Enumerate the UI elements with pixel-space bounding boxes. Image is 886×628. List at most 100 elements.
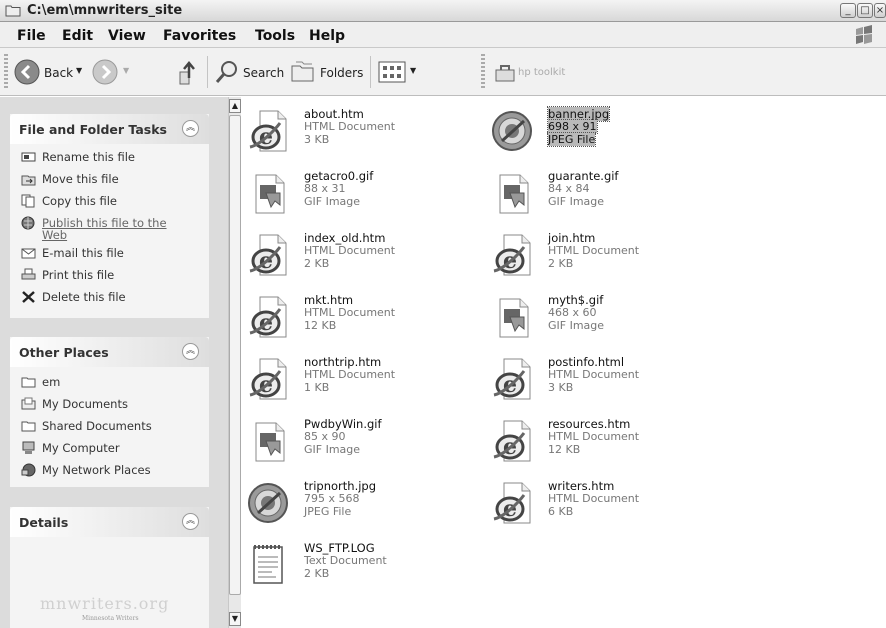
print-icon	[21, 268, 36, 280]
folders-label: Folders	[320, 66, 364, 80]
file-name: join.htm	[548, 231, 596, 245]
file-name: index_old.htm	[304, 231, 386, 245]
folder-icon	[21, 421, 36, 432]
file-item[interactable]: WS_FTP.LOG Text Document 2 KB	[246, 541, 476, 599]
menu-edit[interactable]: Edit	[62, 28, 93, 44]
file-name: mkt.htm	[304, 293, 354, 307]
file-detail-line2: JPEG File	[304, 505, 352, 518]
minimize-button[interactable]: _	[840, 3, 856, 18]
file-detail-line2: GIF Image	[548, 195, 605, 208]
window-title: C:\em\mnwriters_site	[27, 3, 183, 18]
file-detail-line1: HTML Document	[304, 244, 396, 257]
gif-image-icon	[490, 169, 538, 217]
panel-header[interactable]: Details ︽	[10, 507, 209, 537]
file-detail-line1: 88 x 31	[304, 182, 346, 195]
hp-toolkit-label: hp toolkit	[518, 67, 566, 78]
menu-view[interactable]: View	[108, 28, 146, 44]
file-detail-line2: 3 KB	[304, 133, 330, 146]
file-detail-line1: HTML Document	[548, 492, 640, 505]
folder-icon	[21, 377, 36, 388]
scroll-thumb[interactable]	[229, 115, 241, 595]
file-item[interactable]: e northtrip.htm HTML Document 1 KB	[246, 355, 476, 413]
file-detail-line1: HTML Document	[304, 120, 396, 133]
file-detail-line1: 698 x 91	[547, 119, 598, 134]
scroll-down-icon[interactable]: ▼	[229, 612, 241, 626]
file-name: postinfo.html	[548, 355, 625, 369]
watermark-sub: Minnesota Writers	[82, 615, 139, 622]
toolbar-grip	[481, 54, 485, 90]
file-item[interactable]: e mkt.htm HTML Document 12 KB	[246, 293, 476, 351]
hp-toolkit-button[interactable]: hp toolkit	[494, 58, 594, 86]
views-icon	[378, 61, 406, 83]
task-pane: File and Folder Tasks ︽ Rename this file…	[0, 97, 228, 628]
views-button[interactable]: ▼	[378, 58, 422, 86]
file-item[interactable]: e writers.htm HTML Document 6 KB	[490, 479, 720, 537]
ie-document-icon: e	[246, 355, 294, 403]
file-item[interactable]: banner.jpg 698 x 91 JPEG File	[490, 106, 720, 165]
file-name: writers.htm	[548, 479, 615, 493]
file-detail-line1: 84 x 84	[548, 182, 590, 195]
toolbar-grip	[4, 54, 8, 90]
file-name: northtrip.htm	[304, 355, 382, 369]
file-detail-line2: GIF Image	[304, 443, 361, 456]
file-item[interactable]: tripnorth.jpg 795 x 568 JPEG File	[246, 479, 476, 537]
maximize-button[interactable]: □	[857, 3, 873, 18]
file-name: banner.jpg	[546, 106, 611, 122]
file-item[interactable]: e about.htm HTML Document 3 KB	[246, 107, 476, 165]
collapse-chevron-icon[interactable]: ︽	[182, 120, 199, 137]
file-list: e about.htm HTML Document 3 KB banner.jpg 698…	[241, 97, 886, 628]
up-folder-icon[interactable]	[176, 58, 202, 86]
folder-icon	[5, 5, 21, 17]
file-detail-line2: 2 KB	[304, 567, 330, 580]
file-item[interactable]: e resources.htm HTML Document 12 KB	[490, 417, 720, 475]
folders-button[interactable]: Folders	[290, 58, 364, 86]
scroll-up-icon[interactable]: ▲	[229, 99, 241, 113]
file-name: PwdbyWin.gif	[304, 417, 382, 431]
file-item[interactable]: getacro0.gif 88 x 31 GIF Image	[246, 169, 476, 227]
search-button[interactable]: Search	[215, 58, 284, 86]
file-detail-line2: 1 KB	[304, 381, 330, 394]
file-item[interactable]: e index_old.htm HTML Document 2 KB	[246, 231, 476, 289]
file-name: resources.htm	[548, 417, 631, 431]
forward-button[interactable]: ▼	[92, 58, 132, 86]
ie-document-icon: e	[490, 355, 538, 403]
collapse-chevron-icon[interactable]: ︽	[182, 513, 199, 530]
menu-file[interactable]: File	[17, 28, 46, 44]
file-item[interactable]: PwdbyWin.gif 85 x 90 GIF Image	[246, 417, 476, 475]
file-detail-line2: 2 KB	[304, 257, 330, 270]
back-label: Back	[44, 66, 74, 80]
panel-header[interactable]: Other Places ︽	[10, 337, 209, 367]
network-icon	[21, 463, 36, 477]
back-dropdown-icon[interactable]: ▼	[76, 66, 82, 75]
left-pane-scrollbar[interactable]: ▲ ▼	[228, 97, 241, 628]
delete-icon	[22, 291, 35, 303]
file-name: myth$.gif	[548, 293, 604, 307]
forward-dropdown-icon[interactable]: ▼	[123, 66, 129, 75]
file-name: guarante.gif	[548, 169, 619, 183]
file-detail-line1: HTML Document	[304, 306, 396, 319]
ie-document-icon: e	[490, 417, 538, 465]
file-item[interactable]: myth$.gif 468 x 60 GIF Image	[490, 293, 720, 351]
close-button[interactable]: ×	[874, 3, 886, 18]
panel-header[interactable]: File and Folder Tasks ︽	[10, 114, 209, 144]
menu-favorites[interactable]: Favorites	[163, 28, 236, 44]
file-name: about.htm	[304, 107, 364, 121]
file-detail-line2: GIF Image	[304, 195, 361, 208]
file-detail-line1: HTML Document	[548, 244, 640, 257]
ie-document-icon: e	[246, 231, 294, 279]
file-name: tripnorth.jpg	[304, 479, 377, 493]
ie-document-icon: e	[490, 479, 538, 527]
file-item[interactable]: e join.htm HTML Document 2 KB	[490, 231, 720, 289]
file-detail-line1: 85 x 90	[304, 430, 346, 443]
menu-help[interactable]: Help	[309, 28, 345, 44]
ie-document-icon: e	[246, 293, 294, 341]
panel-title: Other Places	[19, 345, 109, 360]
file-item[interactable]: e postinfo.html HTML Document 3 KB	[490, 355, 720, 413]
panel-title: File and Folder Tasks	[19, 122, 167, 137]
views-dropdown-icon[interactable]: ▼	[410, 66, 416, 75]
file-item[interactable]: guarante.gif 84 x 84 GIF Image	[490, 169, 720, 227]
collapse-chevron-icon[interactable]: ︽	[182, 343, 199, 360]
menu-tools[interactable]: Tools	[255, 28, 295, 44]
my-documents-icon	[21, 397, 36, 410]
back-button[interactable]: Back ▼	[14, 58, 84, 86]
